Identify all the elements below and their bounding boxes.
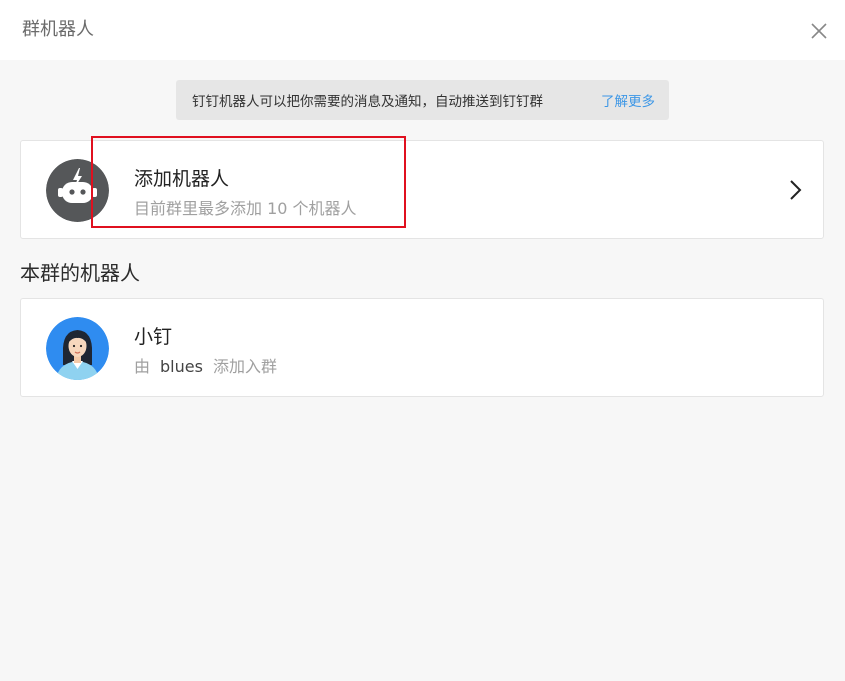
added-by-suffix: 添加入群 bbox=[212, 357, 277, 376]
close-icon[interactable] bbox=[808, 20, 830, 42]
add-robot-card[interactable]: 添加机器人 目前群里最多添加 10 个机器人 bbox=[20, 140, 824, 239]
chevron-right-icon bbox=[787, 178, 803, 202]
robot-added-by: 由 blues 添加入群 bbox=[134, 356, 277, 378]
robot-icon bbox=[46, 159, 109, 222]
robot-name: 小钉 bbox=[134, 326, 173, 348]
dialog-title: 群机器人 bbox=[22, 19, 94, 40]
added-by-prefix: 由 bbox=[134, 357, 151, 376]
learn-more-link[interactable]: 了解更多 bbox=[601, 90, 655, 110]
add-robot-title: 添加机器人 bbox=[134, 168, 230, 190]
dialog-header: 群机器人 bbox=[0, 0, 845, 60]
info-banner: 钉钉机器人可以把你需要的消息及通知，自动推送到钉钉群 了解更多 bbox=[176, 80, 669, 120]
info-banner-text: 钉钉机器人可以把你需要的消息及通知，自动推送到钉钉群 bbox=[192, 94, 543, 110]
robot-list-item[interactable]: 小钉 由 blues 添加入群 bbox=[20, 298, 824, 397]
added-by-user: blues bbox=[160, 357, 203, 376]
robot-avatar bbox=[46, 317, 109, 380]
add-robot-limit-text: 目前群里最多添加 10 个机器人 bbox=[134, 199, 357, 218]
group-robots-heading: 本群的机器人 bbox=[20, 261, 140, 285]
